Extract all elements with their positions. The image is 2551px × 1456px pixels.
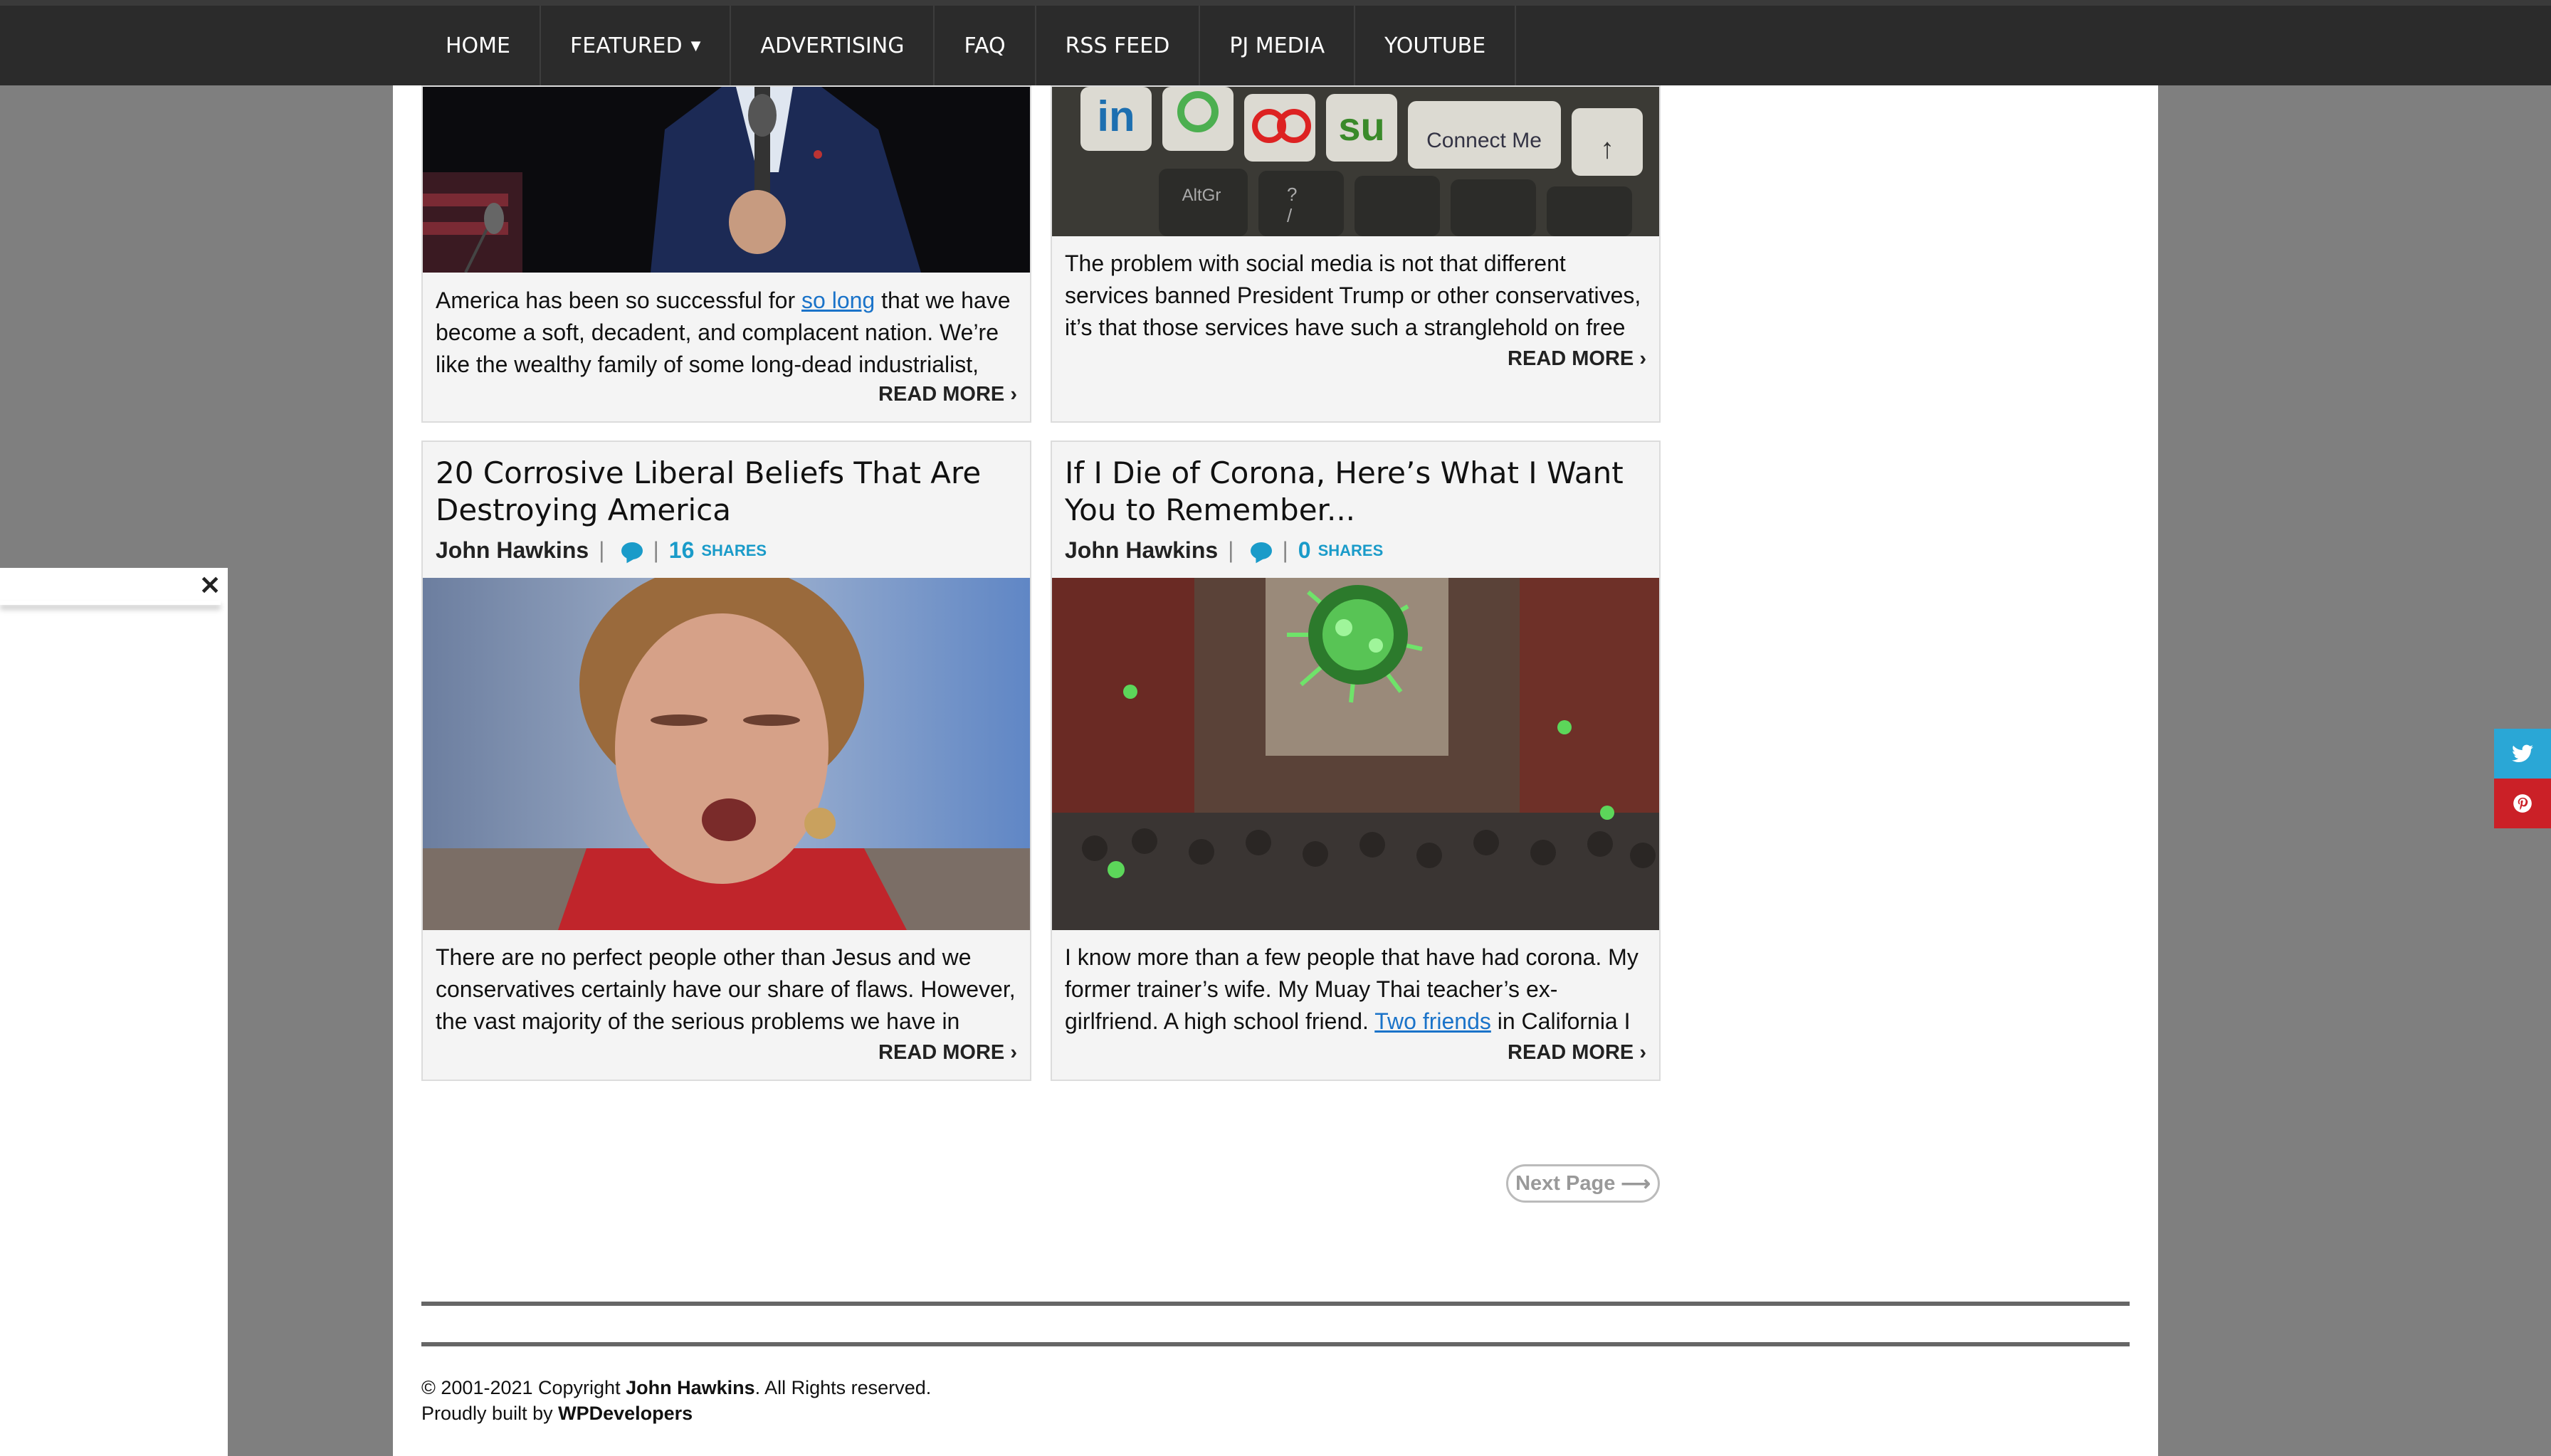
twitter-share-button[interactable]: [2494, 729, 2551, 779]
pinterest-share-button[interactable]: [2494, 779, 2551, 828]
svg-text:/: /: [1287, 205, 1293, 226]
article-card: in su Connect Me ↑ AltGr ? / The problem…: [1051, 85, 1661, 423]
separator: |: [1282, 537, 1288, 563]
article-excerpt: I know more than a few people that have …: [1065, 944, 1639, 1034]
nav-home[interactable]: HOME: [416, 6, 542, 85]
svg-text:Connect Me: Connect Me: [1426, 129, 1542, 152]
nav-pj-media[interactable]: PJ MEDIA: [1200, 6, 1356, 85]
article-image-keyboard[interactable]: in su Connect Me ↑ AltGr ? /: [1052, 87, 1659, 236]
article-excerpt: The problem with social media is not tha…: [1065, 250, 1641, 340]
nav-rss-feed-label: RSS FEED: [1065, 33, 1170, 58]
arrow-right-icon: ⟶: [1621, 1172, 1651, 1196]
separator: |: [653, 537, 659, 563]
read-more-link[interactable]: READ MORE ›: [1508, 1041, 1646, 1065]
share-count: 0: [1298, 537, 1311, 563]
article-title[interactable]: 20 Corrosive Liberal Beliefs That Are De…: [436, 455, 1005, 529]
shares-label: SHARES: [701, 541, 767, 559]
article-card: 20 Corrosive Liberal Beliefs That Are De…: [421, 441, 1031, 1081]
built-by-text: Proudly built by WPDevelopers: [421, 1403, 693, 1424]
nav-youtube-label: YOUTUBE: [1384, 33, 1486, 58]
main-menu: HOME FEATURED ▼ ADVERTISING FAQ RSS FEED …: [416, 6, 1517, 85]
article-image-pelosi[interactable]: [423, 578, 1030, 930]
chevron-right-icon: ›: [1639, 347, 1646, 370]
close-icon[interactable]: ✕: [199, 571, 221, 601]
nav-faq[interactable]: FAQ: [935, 6, 1036, 85]
nav-advertising-label: ADVERTISING: [760, 33, 905, 58]
popup-divider: [0, 601, 221, 605]
twitter-icon: [2512, 744, 2533, 762]
so-long-link[interactable]: so long: [801, 287, 875, 313]
read-more-link[interactable]: READ MORE ›: [1508, 347, 1646, 371]
read-more-link[interactable]: READ MORE ›: [878, 1041, 1017, 1065]
author-name[interactable]: John Hawkins: [436, 537, 589, 564]
article-card: America has been so successful for so lo…: [421, 85, 1031, 423]
nav-faq-label: FAQ: [964, 33, 1006, 58]
next-page-label: Next Page: [1515, 1171, 1616, 1195]
svg-text:AltGr: AltGr: [1182, 186, 1221, 205]
footer-divider: [421, 1342, 2130, 1346]
svg-text:su: su: [1338, 104, 1384, 149]
svg-text:↑: ↑: [1600, 133, 1614, 164]
pinterest-icon: [2513, 794, 2532, 813]
comment-icon[interactable]: [1251, 542, 1273, 559]
footer-divider: [421, 1302, 2130, 1306]
article-meta: John Hawkins | | 0 SHARES: [1065, 537, 1383, 564]
nav-advertising[interactable]: ADVERTISING: [731, 6, 935, 85]
separator: |: [1228, 537, 1234, 563]
caret-down-icon: ▼: [690, 38, 701, 53]
read-more-link[interactable]: READ MORE ›: [878, 383, 1017, 406]
nav-featured-label: FEATURED: [570, 33, 683, 58]
pelosi-photo: [423, 578, 1030, 930]
nav-youtube[interactable]: YOUTUBE: [1355, 6, 1517, 85]
svg-text:?: ?: [1287, 184, 1297, 205]
chevron-right-icon: ›: [1010, 383, 1017, 406]
keyboard-photo: in su Connect Me ↑ AltGr ? /: [1052, 87, 1659, 236]
shares-label: SHARES: [1317, 541, 1384, 559]
author-name[interactable]: John Hawkins: [1065, 537, 1218, 564]
article-excerpt: America has been so successful for so lo…: [436, 287, 1011, 377]
nav-pj-media-label: PJ MEDIA: [1229, 33, 1325, 58]
article-meta: John Hawkins | | 16 SHARES: [436, 537, 767, 564]
article-excerpt: There are no perfect people other than J…: [436, 944, 1016, 1034]
top-navigation-bar: HOME FEATURED ▼ ADVERTISING FAQ RSS FEED …: [0, 0, 2551, 85]
svg-text:in: in: [1097, 93, 1135, 140]
separator: |: [599, 537, 605, 563]
nav-rss-feed[interactable]: RSS FEED: [1036, 6, 1201, 85]
nav-featured[interactable]: FEATURED ▼: [541, 6, 732, 85]
built-by-link[interactable]: WPDevelopers: [558, 1403, 693, 1424]
article-image-corona[interactable]: [1052, 578, 1659, 930]
corona-street-photo: [1052, 578, 1659, 930]
chevron-right-icon: ›: [1639, 1041, 1646, 1064]
article-title[interactable]: If I Die of Corona, Here’s What I Want Y…: [1065, 455, 1634, 529]
speaker-photo: [423, 87, 1030, 273]
comment-icon[interactable]: [621, 542, 643, 559]
chevron-right-icon: ›: [1010, 1041, 1017, 1064]
copyright-text: © 2001-2021 Copyright John Hawkins. All …: [421, 1377, 932, 1398]
copyright-owner[interactable]: John Hawkins: [626, 1377, 755, 1398]
article-image-speaker[interactable]: [423, 87, 1030, 273]
nav-home-label: HOME: [446, 33, 511, 58]
side-popup-panel: ✕: [0, 568, 228, 1456]
share-count: 16: [668, 537, 695, 563]
article-card: If I Die of Corona, Here’s What I Want Y…: [1051, 441, 1661, 1081]
next-page-button[interactable]: Next Page ⟶: [1506, 1164, 1660, 1203]
two-friends-link[interactable]: Two friends: [1374, 1008, 1491, 1034]
